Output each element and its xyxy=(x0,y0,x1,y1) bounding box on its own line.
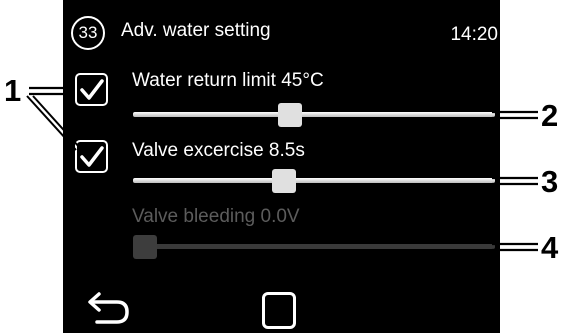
callout-2: 2 xyxy=(541,98,559,133)
callout-3: 3 xyxy=(541,164,559,199)
callout-1: 1 xyxy=(4,73,22,108)
callout-4: 4 xyxy=(541,230,559,265)
callout-lines xyxy=(26,86,538,252)
